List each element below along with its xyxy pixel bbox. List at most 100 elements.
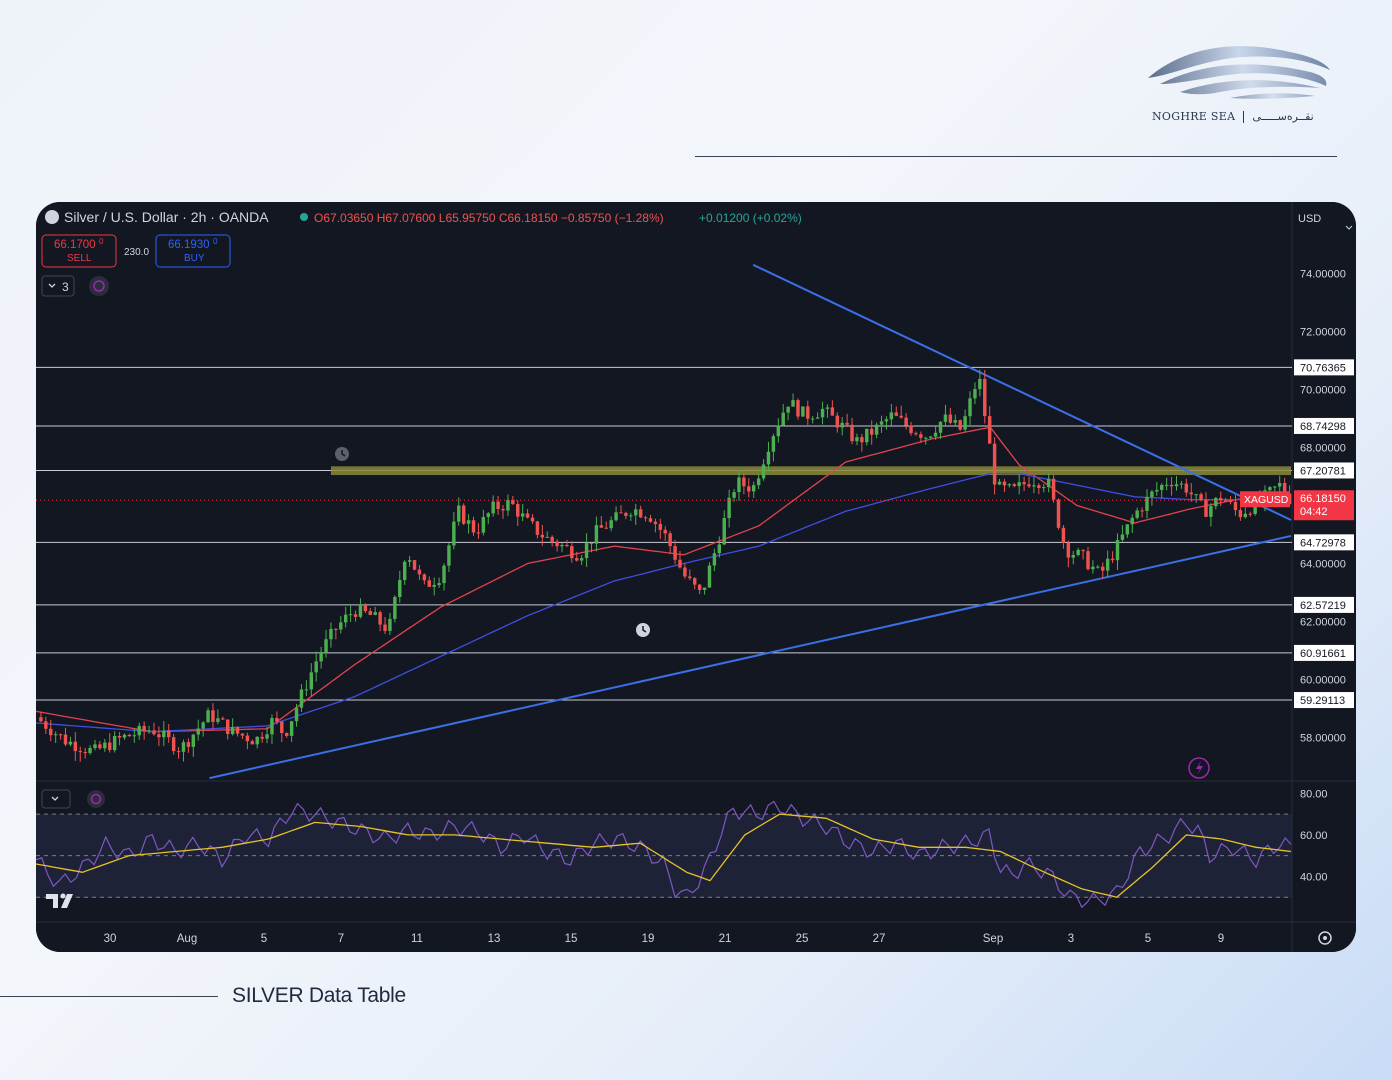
resistance-zone[interactable] <box>330 466 1291 476</box>
candle[interactable] <box>1189 492 1193 495</box>
candle[interactable] <box>1169 484 1174 487</box>
candle[interactable] <box>879 421 884 425</box>
candle[interactable] <box>1002 481 1007 486</box>
candle[interactable] <box>142 725 146 732</box>
candle[interactable] <box>378 612 382 625</box>
price-chart[interactable]: 80.00 60.00 40.00 74.00000 72.00000 70.00000… <box>36 202 1356 952</box>
candle[interactable] <box>501 509 505 511</box>
candle[interactable] <box>324 639 328 653</box>
candle[interactable] <box>1164 484 1169 486</box>
candle[interactable] <box>1091 566 1095 570</box>
candle[interactable] <box>594 525 599 544</box>
candle[interactable] <box>1101 566 1105 571</box>
candle[interactable] <box>1061 527 1066 543</box>
candle[interactable] <box>49 728 53 736</box>
candle[interactable] <box>1214 497 1218 507</box>
candle[interactable] <box>722 518 726 545</box>
candle[interactable] <box>840 422 844 428</box>
candle[interactable] <box>127 734 132 737</box>
candle[interactable] <box>545 536 549 538</box>
candle[interactable] <box>869 428 874 435</box>
candle[interactable] <box>516 504 520 517</box>
alarm-clock-icon[interactable] <box>636 623 650 637</box>
candle[interactable] <box>589 543 594 545</box>
candle[interactable] <box>525 513 530 518</box>
candle[interactable] <box>953 420 957 423</box>
candle[interactable] <box>1051 478 1056 500</box>
candle[interactable] <box>53 734 58 736</box>
candle[interactable] <box>688 576 692 579</box>
candle[interactable] <box>137 725 141 736</box>
candle[interactable] <box>1150 491 1154 497</box>
candle[interactable] <box>1115 539 1120 561</box>
candle[interactable] <box>1032 485 1036 487</box>
candle[interactable] <box>933 432 938 437</box>
candle[interactable] <box>1071 554 1075 558</box>
candle[interactable] <box>609 520 613 529</box>
candle[interactable] <box>850 424 854 442</box>
candle[interactable] <box>39 717 43 722</box>
candle[interactable] <box>579 558 584 561</box>
candle[interactable] <box>702 587 707 590</box>
candle[interactable] <box>506 499 510 511</box>
candle[interactable] <box>889 412 894 420</box>
candle[interactable] <box>270 717 274 735</box>
candle[interactable] <box>776 425 781 437</box>
candle[interactable] <box>1125 524 1130 535</box>
candle[interactable] <box>835 415 840 428</box>
candle[interactable] <box>806 406 810 419</box>
candle[interactable] <box>668 533 672 547</box>
candle[interactable] <box>58 734 63 736</box>
candle[interactable] <box>1120 534 1125 540</box>
candle[interactable] <box>845 422 849 425</box>
candle[interactable] <box>162 730 166 738</box>
candle[interactable] <box>663 529 667 534</box>
candle[interactable] <box>1228 501 1233 503</box>
candle[interactable] <box>1140 510 1144 512</box>
candle[interactable] <box>432 584 436 587</box>
candle[interactable] <box>766 451 771 465</box>
candle[interactable] <box>678 559 682 568</box>
candle[interactable] <box>943 414 948 422</box>
candle[interactable] <box>108 742 112 751</box>
candle[interactable] <box>299 689 304 708</box>
candle[interactable] <box>550 536 554 542</box>
candle[interactable] <box>928 436 933 438</box>
candle[interactable] <box>240 733 245 736</box>
candle[interactable] <box>471 520 476 533</box>
candle[interactable] <box>717 544 722 554</box>
candle[interactable] <box>756 478 761 486</box>
candle[interactable] <box>319 652 323 662</box>
candle[interactable] <box>535 521 540 535</box>
candle[interactable] <box>334 628 338 630</box>
candle[interactable] <box>555 541 559 547</box>
candle[interactable] <box>968 398 972 417</box>
candle[interactable] <box>820 408 825 418</box>
candle[interactable] <box>712 553 717 566</box>
candle[interactable] <box>93 744 97 748</box>
candle[interactable] <box>152 730 156 735</box>
candle[interactable] <box>1155 489 1159 492</box>
candle[interactable] <box>560 544 564 547</box>
candle[interactable] <box>402 561 407 580</box>
candle[interactable] <box>122 734 127 738</box>
candle[interactable] <box>496 501 500 510</box>
candle[interactable] <box>44 721 48 729</box>
candle[interactable] <box>388 618 392 631</box>
candle[interactable] <box>987 416 992 444</box>
candle[interactable] <box>457 505 461 522</box>
candle[interactable] <box>1209 506 1213 517</box>
candle[interactable] <box>103 742 107 749</box>
candle[interactable] <box>1017 482 1021 487</box>
candle[interactable] <box>1110 558 1115 561</box>
candle[interactable] <box>1081 549 1085 552</box>
candle[interactable] <box>481 516 486 533</box>
candle[interactable] <box>1022 482 1026 485</box>
candle[interactable] <box>1278 482 1282 487</box>
candle[interactable] <box>570 546 574 559</box>
candle[interactable] <box>752 485 756 492</box>
symbol-title[interactable]: Silver / U.S. Dollar · 2h · OANDA <box>64 209 269 225</box>
candle[interactable] <box>83 752 87 754</box>
candle[interactable] <box>73 741 78 752</box>
candle[interactable] <box>201 722 205 729</box>
